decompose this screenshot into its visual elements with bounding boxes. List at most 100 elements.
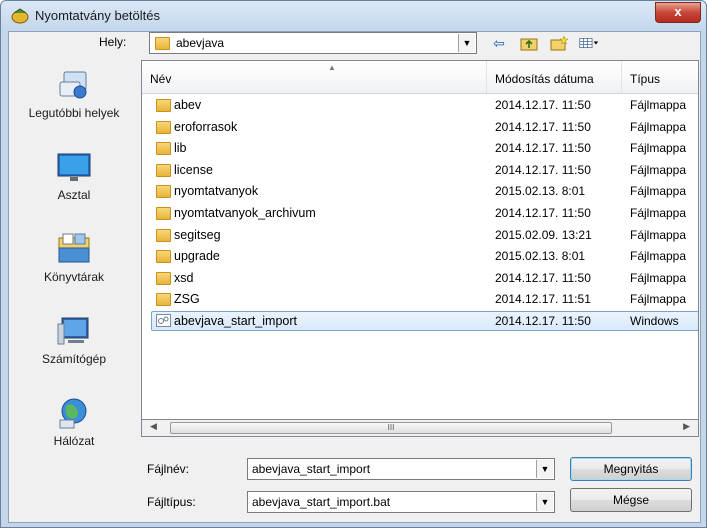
- back-icon[interactable]: ⇦: [489, 33, 509, 53]
- file-date: 2014.12.17. 11:50: [495, 205, 591, 220]
- file-row[interactable]: nyomtatvanyok_archivum 2014.12.17. 11:50…: [142, 203, 698, 225]
- scroll-thumb[interactable]: III: [170, 422, 612, 434]
- file-name: license: [174, 162, 213, 177]
- file-row[interactable]: upgrade 2015.02.13. 8:01 Fájlmappa: [142, 246, 698, 268]
- filetype-value: abevjava_start_import.bat: [252, 495, 391, 509]
- file-row[interactable]: license 2014.12.17. 11:50 Fájlmappa: [142, 160, 698, 182]
- scroll-right-icon[interactable]: ▶: [683, 421, 690, 432]
- close-button[interactable]: x: [655, 2, 701, 23]
- dialog-body: Hely: abevjava ▼ ⇦ Legutóbbi helyek Aszt…: [8, 31, 701, 523]
- file-date: 2014.12.17. 11:50: [495, 98, 591, 112]
- file-name: ZSG: [174, 292, 200, 307]
- column-type[interactable]: Típus: [622, 61, 698, 93]
- network-icon: [59, 398, 87, 429]
- horizontal-scrollbar[interactable]: ◀ III ▶: [141, 420, 699, 437]
- app-icon: [11, 8, 29, 24]
- filename-label: Fájlnév:: [147, 462, 190, 476]
- file-row[interactable]: xsd 2014.12.17. 11:50 Fájlmappa: [142, 268, 698, 290]
- file-date: 2014.12.17. 11:51: [495, 292, 591, 307]
- place-label: Asztal: [57, 188, 91, 202]
- file-row[interactable]: nyomtatvanyok 2015.02.13. 8:01 Fájlmappa: [142, 181, 698, 203]
- recent-places-icon: [59, 71, 87, 99]
- folder-icon: [156, 228, 171, 242]
- file-type: Fájlmappa: [630, 162, 687, 177]
- file-list[interactable]: Név ▲ Módosítás dátuma Típus abev 2014.1…: [141, 60, 699, 420]
- folder-icon: [155, 37, 170, 50]
- folder-icon: [156, 142, 171, 156]
- scroll-left-icon[interactable]: ◀: [150, 421, 157, 432]
- file-type: Fájlmappa: [630, 227, 687, 242]
- column-header: Név ▲ Módosítás dátuma Típus: [142, 61, 698, 94]
- file-date: 2015.02.09. 13:21: [495, 227, 592, 242]
- file-type: Fájlmappa: [630, 205, 687, 220]
- place-label: Legutóbbi helyek: [28, 106, 120, 120]
- place-label: Hálózat: [53, 434, 95, 448]
- view-menu-icon[interactable]: [579, 33, 599, 53]
- up-folder-icon[interactable]: [519, 33, 539, 53]
- column-date[interactable]: Módosítás dátuma: [487, 61, 622, 93]
- file-type: Fájlmappa: [630, 141, 687, 156]
- open-button[interactable]: Megnyitás: [570, 457, 692, 481]
- file-date: 2014.12.17. 11:50: [495, 141, 591, 156]
- file-row-selected[interactable]: abevjava_start_import 2014.12.17. 11:50 …: [142, 310, 698, 333]
- file-type: Fájlmappa: [630, 119, 687, 134]
- place-desktop[interactable]: Asztal: [9, 150, 139, 202]
- file-type: Fájlmappa: [630, 270, 687, 285]
- file-open-dialog: Nyomtatvány betöltés x Hely: abevjava ▼ …: [0, 0, 707, 528]
- file-date: 2014.12.17. 11:50: [495, 270, 591, 285]
- folder-icon: [156, 271, 171, 285]
- filetype-select[interactable]: abevjava_start_import.bat ▼: [247, 491, 555, 513]
- column-name[interactable]: Név: [142, 61, 487, 93]
- file-row[interactable]: ZSG 2014.12.17. 11:51 Fájlmappa: [142, 289, 698, 311]
- folder-icon: [156, 120, 171, 134]
- file-name: upgrade: [174, 249, 220, 264]
- file-name: abev: [174, 98, 202, 112]
- folder-icon: [156, 99, 171, 112]
- title-bar[interactable]: Nyomtatvány betöltés x: [1, 1, 706, 31]
- folder-icon: [156, 293, 171, 307]
- place-computer[interactable]: Számítógép: [9, 314, 139, 366]
- file-date: 2015.02.13. 8:01: [495, 184, 586, 199]
- place-libraries[interactable]: Könyvtárak: [9, 232, 139, 284]
- place-label: Könyvtárak: [43, 270, 105, 284]
- chevron-down-icon[interactable]: ▼: [458, 34, 475, 52]
- sort-up-icon: ▲: [328, 63, 336, 72]
- folder-icon: [156, 163, 171, 177]
- filename-value: abevjava_start_import: [252, 462, 371, 476]
- file-type: Fájlmappa: [630, 98, 687, 112]
- file-type: Fájlmappa: [630, 249, 687, 264]
- file-name: nyomtatvanyok: [174, 184, 259, 199]
- location-combo[interactable]: abevjava ▼: [149, 32, 477, 54]
- location-label: Hely:: [99, 35, 127, 49]
- file-type: Fájlmappa: [630, 184, 687, 199]
- desktop-icon: [57, 153, 91, 181]
- filename-input[interactable]: abevjava_start_import ▼: [247, 458, 555, 480]
- file-name: nyomtatvanyok_archivum: [174, 205, 316, 220]
- file-row[interactable]: eroforrasok 2014.12.17. 11:50 Fájlmappa: [142, 117, 698, 139]
- new-folder-icon[interactable]: [549, 33, 569, 53]
- toolbar: ⇦: [489, 32, 599, 54]
- window-title: Nyomtatvány betöltés: [35, 8, 161, 23]
- libraries-icon: [58, 233, 90, 263]
- batch-file-icon: [156, 313, 171, 327]
- file-name: lib: [174, 141, 187, 156]
- file-date: 2014.12.17. 11:50: [495, 313, 591, 328]
- filetype-label: Fájltípus:: [147, 495, 196, 509]
- file-row[interactable]: abev 2014.12.17. 11:50 Fájlmappa: [142, 95, 698, 117]
- file-row[interactable]: lib 2014.12.17. 11:50 Fájlmappa: [142, 138, 698, 160]
- place-recent[interactable]: Legutóbbi helyek: [9, 68, 139, 120]
- places-bar: Legutóbbi helyek Asztal Könyvtárak Számí…: [9, 60, 139, 448]
- chevron-down-icon[interactable]: ▼: [536, 460, 553, 478]
- folder-icon: [156, 185, 171, 199]
- file-name: eroforrasok: [174, 119, 238, 134]
- place-label: Számítógép: [41, 352, 107, 366]
- place-network[interactable]: Hálózat: [9, 396, 139, 448]
- file-name: segitseg: [174, 227, 221, 242]
- file-row[interactable]: segitseg 2015.02.09. 13:21 Fájlmappa: [142, 225, 698, 247]
- file-date: 2015.02.13. 8:01: [495, 249, 586, 264]
- cancel-button[interactable]: Mégse: [570, 488, 692, 512]
- file-name: abevjava_start_import: [174, 313, 297, 328]
- file-date: 2014.12.17. 11:50: [495, 119, 591, 134]
- chevron-down-icon[interactable]: ▼: [536, 493, 553, 511]
- location-value: abevjava: [176, 36, 225, 50]
